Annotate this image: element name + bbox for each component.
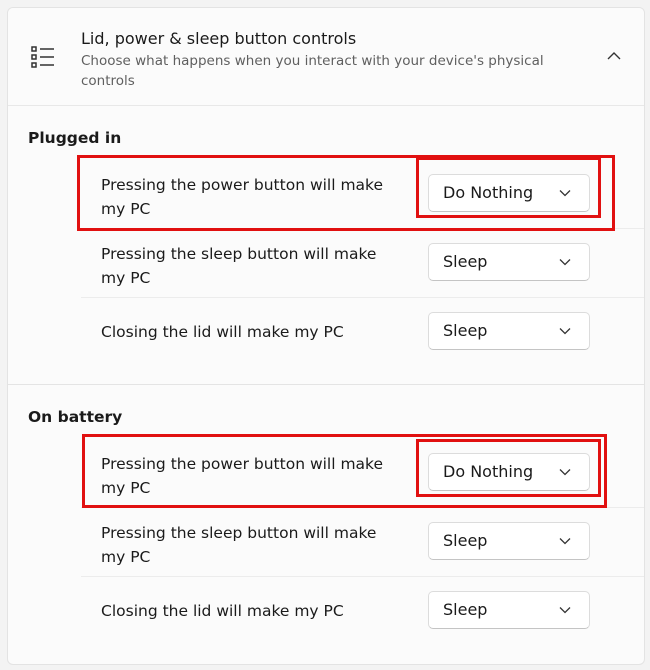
chevron-down-icon <box>559 328 571 335</box>
setting-row-plugged-sleep-button: Pressing the sleep button will make my P… <box>81 229 644 298</box>
setting-label: Pressing the power button will make my P… <box>101 176 384 218</box>
setting-row-battery-lid: Closing the lid will make my PC Sleep <box>81 577 644 645</box>
battery-lid-dropdown[interactable]: Sleep <box>428 591 590 629</box>
chevron-up-icon[interactable] <box>606 48 622 64</box>
lid-power-sleep-card: Lid, power & sleep button controls Choos… <box>7 7 645 665</box>
dropdown-value: Sleep <box>443 531 488 550</box>
list-settings-icon <box>31 46 54 68</box>
setting-row-plugged-lid: Closing the lid will make my PC Sleep <box>81 298 644 366</box>
dropdown-value: Do Nothing <box>443 462 534 481</box>
setting-label: Closing the lid will make my PC <box>101 602 344 620</box>
section-title-on-battery: On battery <box>28 408 123 426</box>
chevron-down-icon <box>559 469 571 476</box>
plugged-lid-dropdown[interactable]: Sleep <box>428 312 590 350</box>
dropdown-value: Sleep <box>443 321 488 340</box>
dropdown-value: Sleep <box>443 600 488 619</box>
card-title: Lid, power & sleep button controls <box>81 29 357 48</box>
chevron-down-icon <box>559 259 571 266</box>
chevron-down-icon <box>559 607 571 614</box>
card-subtitle: Choose what happens when you interact wi… <box>81 53 544 89</box>
setting-label: Pressing the power button will make my P… <box>101 455 384 497</box>
dropdown-value: Do Nothing <box>443 183 534 202</box>
plugged-power-button-dropdown[interactable]: Do Nothing <box>428 174 590 212</box>
setting-label: Closing the lid will make my PC <box>101 323 344 341</box>
setting-label: Pressing the sleep button will make my P… <box>101 245 377 287</box>
chevron-down-icon <box>559 190 571 197</box>
plugged-sleep-button-dropdown[interactable]: Sleep <box>428 243 590 281</box>
battery-sleep-button-dropdown[interactable]: Sleep <box>428 522 590 560</box>
setting-label: Pressing the sleep button will make my P… <box>101 524 377 566</box>
chevron-down-icon <box>559 538 571 545</box>
section-title-plugged-in: Plugged in <box>28 129 122 147</box>
setting-row-battery-sleep-button: Pressing the sleep button will make my P… <box>81 508 644 577</box>
setting-row-battery-power-button: Pressing the power button will make my P… <box>81 439 644 508</box>
battery-power-button-dropdown[interactable]: Do Nothing <box>428 453 590 491</box>
setting-row-plugged-power-button: Pressing the power button will make my P… <box>81 160 644 229</box>
section-divider <box>8 384 644 385</box>
card-header[interactable]: Lid, power & sleep button controls Choos… <box>8 8 644 106</box>
dropdown-value: Sleep <box>443 252 488 271</box>
